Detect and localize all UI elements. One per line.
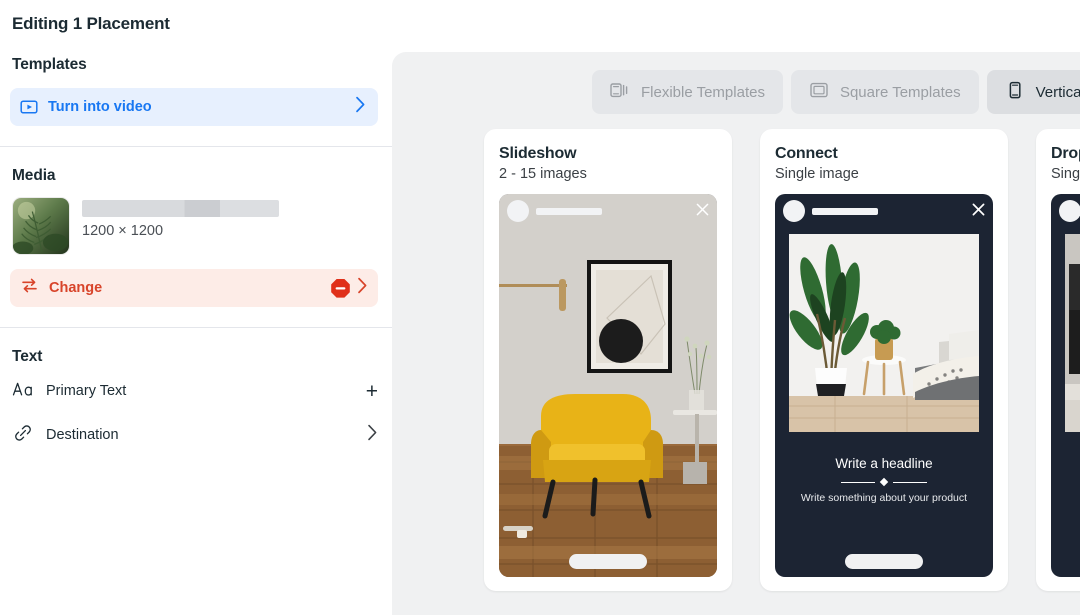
chevron-right-icon xyxy=(357,277,368,299)
preview-topbar xyxy=(499,194,717,228)
app-root: Editing 1 Placement Templates Turn into … xyxy=(0,0,1080,615)
primary-text-label: Primary Text xyxy=(46,383,127,399)
tab-vertical-templates[interactable]: Vertical T xyxy=(986,70,1080,114)
card-preview[interactable]: W xyxy=(1051,194,1080,577)
chevron-right-icon[interactable] xyxy=(367,424,378,446)
text-format-icon xyxy=(12,380,34,403)
change-media-label: Change xyxy=(49,280,103,296)
tab-square-templates[interactable]: Square Templates xyxy=(790,70,979,114)
preview-image-living-room xyxy=(789,234,979,432)
stacked-phones-icon xyxy=(610,81,630,104)
add-icon[interactable]: + xyxy=(366,381,378,402)
editing-sidebar: Editing 1 Placement Templates Turn into … xyxy=(0,0,392,615)
play-box-icon xyxy=(20,98,38,116)
preview-headline: Write a headline xyxy=(835,456,933,471)
turn-into-video-button[interactable]: Turn into video xyxy=(10,88,378,126)
name-placeholder xyxy=(812,207,878,215)
card-preview[interactable]: Write a headline Write something about y… xyxy=(775,194,993,577)
change-media-button[interactable]: Change xyxy=(10,269,378,307)
template-card[interactable]: Connect Single image Write a headline Wr… xyxy=(760,129,1008,591)
avatar xyxy=(1059,200,1080,222)
close-icon[interactable] xyxy=(972,203,985,219)
media-thumbnail[interactable] xyxy=(12,197,70,255)
page-title: Editing 1 Placement xyxy=(12,14,170,33)
templates-section: Templates Turn into video xyxy=(0,34,392,126)
tab-vertical-templates-label: Vertical T xyxy=(1035,83,1080,101)
text-heading: Text xyxy=(12,348,43,365)
preview-headline: W xyxy=(1051,456,1080,471)
media-dimensions: 1200 × 1200 xyxy=(82,223,164,239)
preview-text-block: W xyxy=(1051,456,1080,471)
chevron-right-icon xyxy=(355,96,366,118)
template-canvas: Flexible Templates Square Templates Vert… xyxy=(392,52,1080,615)
decorative-divider xyxy=(775,477,993,487)
text-section: Text Primary Text + Destination xyxy=(0,328,392,454)
preview-topbar xyxy=(775,194,993,228)
destination-label: Destination xyxy=(46,427,119,443)
tab-square-templates-label: Square Templates xyxy=(839,83,961,101)
card-title: Drop xyxy=(1051,145,1080,162)
card-title: Slideshow xyxy=(499,145,577,162)
template-card[interactable]: Drop Singl xyxy=(1036,129,1080,591)
preview-home-indicator xyxy=(845,554,923,569)
avatar xyxy=(507,200,529,222)
templates-heading: Templates xyxy=(12,56,87,73)
destination-row[interactable]: Destination xyxy=(0,416,392,454)
media-meta: 1200 × 1200 xyxy=(82,197,380,239)
preview-text-block: Write a headline Write something about y… xyxy=(775,456,993,504)
redacted-filename xyxy=(82,200,279,217)
card-title: Connect xyxy=(775,145,838,162)
tab-flexible-templates-label: Flexible Templates xyxy=(641,83,765,101)
link-icon xyxy=(12,424,34,447)
primary-text-row[interactable]: Primary Text + xyxy=(0,372,392,410)
card-subtitle: Singl xyxy=(1051,166,1080,182)
name-placeholder xyxy=(536,207,602,215)
phone-icon xyxy=(1005,81,1025,104)
swap-arrows-icon xyxy=(20,276,39,300)
template-card[interactable]: Slideshow 2 - 15 images xyxy=(484,129,732,591)
media-section: Media 1200 × 1200 Change xyxy=(0,147,392,307)
preview-image-bedroom xyxy=(1065,234,1080,432)
card-subtitle: Single image xyxy=(775,166,859,182)
avatar xyxy=(783,200,805,222)
preview-topbar xyxy=(1051,194,1080,228)
template-card-list: Slideshow 2 - 15 images Connect Single i… xyxy=(484,129,1080,591)
square-monitor-icon xyxy=(809,81,829,104)
error-octagon-icon xyxy=(330,278,351,299)
template-tabs: Flexible Templates Square Templates Vert… xyxy=(392,70,1080,114)
close-icon[interactable] xyxy=(696,203,709,219)
card-preview[interactable] xyxy=(499,194,717,577)
preview-home-indicator xyxy=(569,554,647,569)
preview-image-room xyxy=(499,194,717,577)
media-row[interactable]: 1200 × 1200 xyxy=(0,185,392,255)
card-subtitle: 2 - 15 images xyxy=(499,166,587,182)
preview-body-text: Write something about your product xyxy=(800,492,968,504)
media-heading: Media xyxy=(12,167,56,184)
tab-flexible-templates[interactable]: Flexible Templates xyxy=(592,70,783,114)
turn-into-video-label: Turn into video xyxy=(48,99,152,115)
